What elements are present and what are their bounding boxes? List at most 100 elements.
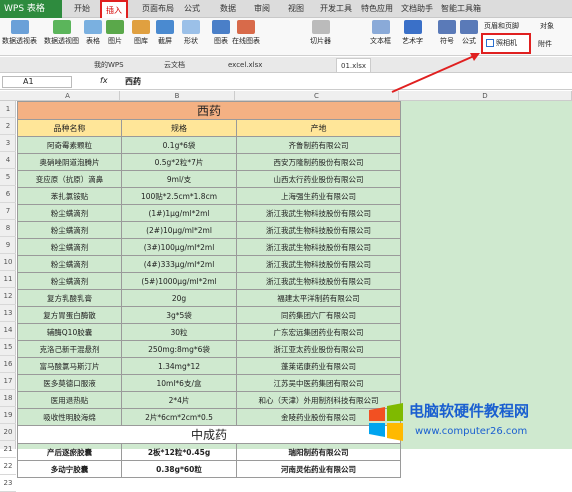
row-header[interactable]: 18 [0, 390, 16, 407]
sheet-title[interactable]: 西药 [16, 101, 402, 120]
chart-button[interactable]: 图表 [212, 20, 230, 46]
table-cell[interactable]: 浙江我武生物科技股份有限公司 [235, 204, 402, 222]
tab-dev-tools[interactable]: 开发工具 [316, 0, 356, 18]
table-cell[interactable]: (1#)1μg/ml*2ml [121, 204, 237, 222]
row-header[interactable]: 23 [0, 475, 16, 492]
tab-insert[interactable]: 插入 [100, 0, 128, 18]
table-cell[interactable]: 克洛己新干混悬剂 [17, 340, 122, 358]
table-cell[interactable]: 上海强生药业有限公司 [235, 187, 402, 205]
online-chart-button[interactable]: 在线图表 [232, 20, 260, 46]
symbol-button[interactable]: 符号 [438, 20, 456, 46]
column-header-d[interactable]: D [399, 91, 572, 101]
table-cell[interactable]: 0.38g*60粒 [121, 460, 237, 478]
row-header[interactable]: 22 [0, 458, 16, 475]
spreadsheet-grid[interactable]: 西药 品种名称 规格 产地 阿奇霉素颗粒 0.1g*6袋 齐鲁制药有限公司 奥硝唑阴道泡腾片 0… [16, 101, 572, 478]
table-cell[interactable]: 浙江我武生物科技股份有限公司 [235, 238, 402, 256]
tab-smart-toolbox[interactable]: 智能工具箱 [437, 0, 485, 18]
tab-page-layout[interactable]: 页面布局 [138, 0, 178, 18]
tab-doc-helper[interactable]: 文档助手 [397, 0, 437, 18]
pivot-chart-button[interactable]: 数据透视图 [44, 20, 79, 46]
row-header[interactable]: 15 [0, 339, 16, 356]
table-cell[interactable]: 0.5g*2粒*7片 [121, 153, 237, 171]
name-box[interactable]: A1 [2, 76, 72, 88]
table-cell[interactable]: (4#)333μg/ml*2ml [121, 255, 237, 273]
row-header[interactable]: 19 [0, 407, 16, 424]
header-cell[interactable]: 品种名称 [17, 119, 122, 137]
table-cell[interactable]: 江苏吴中医药集团有限公司 [235, 374, 402, 392]
table-cell[interactable]: 奥硝唑阴道泡腾片 [17, 153, 122, 171]
tab-data[interactable]: 数据 [216, 0, 240, 18]
picture-button[interactable]: 图片 [106, 20, 124, 46]
table-cell[interactable]: 富马酸氯马斯汀片 [17, 357, 122, 375]
table-cell[interactable]: 辅酶Q10胶囊 [17, 323, 122, 341]
column-header-b[interactable]: B [120, 91, 235, 101]
table-cell[interactable]: 粉尘螨滴剂 [17, 221, 122, 239]
table-cell[interactable]: 250mg:8mg*6袋 [121, 340, 237, 358]
row-header[interactable]: 1 [0, 101, 16, 118]
table-cell[interactable]: 福建太平洋制药有限公司 [235, 289, 402, 307]
table-cell[interactable]: 河南灵佑药业有限公司 [235, 460, 402, 478]
row-header[interactable]: 16 [0, 356, 16, 373]
word-art-button[interactable]: 艺术字 [402, 20, 423, 46]
table-cell[interactable]: 变应原（抗原）滴鼻 [17, 170, 122, 188]
formula-button[interactable]: 公式 [460, 20, 478, 46]
table-cell[interactable]: 浙江我武生物科技股份有限公司 [235, 272, 402, 290]
table-cell[interactable]: 产后逐瘀胶囊 [17, 443, 122, 461]
row-header[interactable]: 5 [0, 169, 16, 186]
table-cell[interactable]: 苯扎氯铵贴 [17, 187, 122, 205]
table-cell[interactable]: 医多莫德口服液 [17, 374, 122, 392]
row-header[interactable]: 21 [0, 441, 16, 458]
section-title[interactable]: 中成药 [16, 425, 402, 444]
table-cell[interactable]: 9ml/支 [121, 170, 237, 188]
fx-button[interactable]: fx [100, 76, 108, 85]
table-cell[interactable]: 医用退热贴 [17, 391, 122, 409]
row-header[interactable]: 4 [0, 152, 16, 169]
slicer-button[interactable]: 切片器 [310, 20, 331, 46]
table-cell[interactable]: 1.34mg*12 [121, 357, 237, 375]
row-header[interactable]: 12 [0, 288, 16, 305]
table-cell[interactable]: 粉尘螨滴剂 [17, 255, 122, 273]
doc-tab-excel[interactable]: excel.xlsx [224, 58, 266, 72]
table-cell[interactable]: (3#)100μg/ml*2ml [121, 238, 237, 256]
row-header[interactable]: 20 [0, 424, 16, 441]
table-cell[interactable]: (2#)10μg/ml*2ml [121, 221, 237, 239]
table-button[interactable]: 表格 [84, 20, 102, 46]
table-cell[interactable]: 吸收性明胶海绵 [17, 408, 122, 426]
row-header[interactable]: 3 [0, 135, 16, 152]
screen-capture-button[interactable]: 截屏 [156, 20, 174, 46]
pivot-table-button[interactable]: 数据透视表 [2, 20, 37, 46]
table-cell[interactable]: 粉尘螨滴剂 [17, 272, 122, 290]
table-cell[interactable]: 浙江亚太药业股份有限公司 [235, 340, 402, 358]
tab-home[interactable]: 开始 [70, 0, 94, 18]
table-cell[interactable]: 100贴*2.5cm*1.8cm [121, 187, 237, 205]
table-cell[interactable]: (5#)1000μg/ml*2ml [121, 272, 237, 290]
table-cell[interactable]: 浙江我武生物科技股份有限公司 [235, 221, 402, 239]
row-header[interactable]: 17 [0, 373, 16, 390]
tab-review[interactable]: 审阅 [250, 0, 274, 18]
table-cell[interactable]: 蓬莱诺康药业有限公司 [235, 357, 402, 375]
table-cell[interactable]: 2片*6cm*2cm*0.5 [121, 408, 237, 426]
doc-tab-my-wps[interactable]: 我的WPS [90, 58, 128, 72]
table-cell[interactable]: 西安万隆制药股份有限公司 [235, 153, 402, 171]
camera-button[interactable]: 照相机 [481, 33, 531, 54]
table-cell[interactable]: 10ml*6支/盒 [121, 374, 237, 392]
table-cell[interactable]: 多动宁胶囊 [17, 460, 122, 478]
row-header[interactable]: 13 [0, 305, 16, 322]
table-cell[interactable]: 20g [121, 289, 237, 307]
row-header[interactable]: 8 [0, 220, 16, 237]
table-cell[interactable]: 粉尘螨滴剂 [17, 204, 122, 222]
doc-tab-01[interactable]: 01.xlsx [336, 58, 372, 72]
tab-view[interactable]: 视图 [284, 0, 308, 18]
row-header[interactable]: 10 [0, 254, 16, 271]
table-cell[interactable]: 齐鲁制药有限公司 [235, 136, 402, 154]
row-header[interactable]: 14 [0, 322, 16, 339]
table-cell[interactable]: 浙江我武生物科技股份有限公司 [235, 255, 402, 273]
attachment-button[interactable]: 附件 [538, 39, 552, 49]
doc-tab-cloud[interactable]: 云文档 [160, 58, 189, 72]
header-cell[interactable]: 规格 [121, 119, 237, 137]
table-cell[interactable]: 广东宏远集团药业有限公司 [235, 323, 402, 341]
row-header[interactable]: 11 [0, 271, 16, 288]
table-cell[interactable]: 0.1g*6袋 [121, 136, 237, 154]
tab-special[interactable]: 特色应用 [357, 0, 397, 18]
row-header[interactable]: 2 [0, 118, 16, 135]
